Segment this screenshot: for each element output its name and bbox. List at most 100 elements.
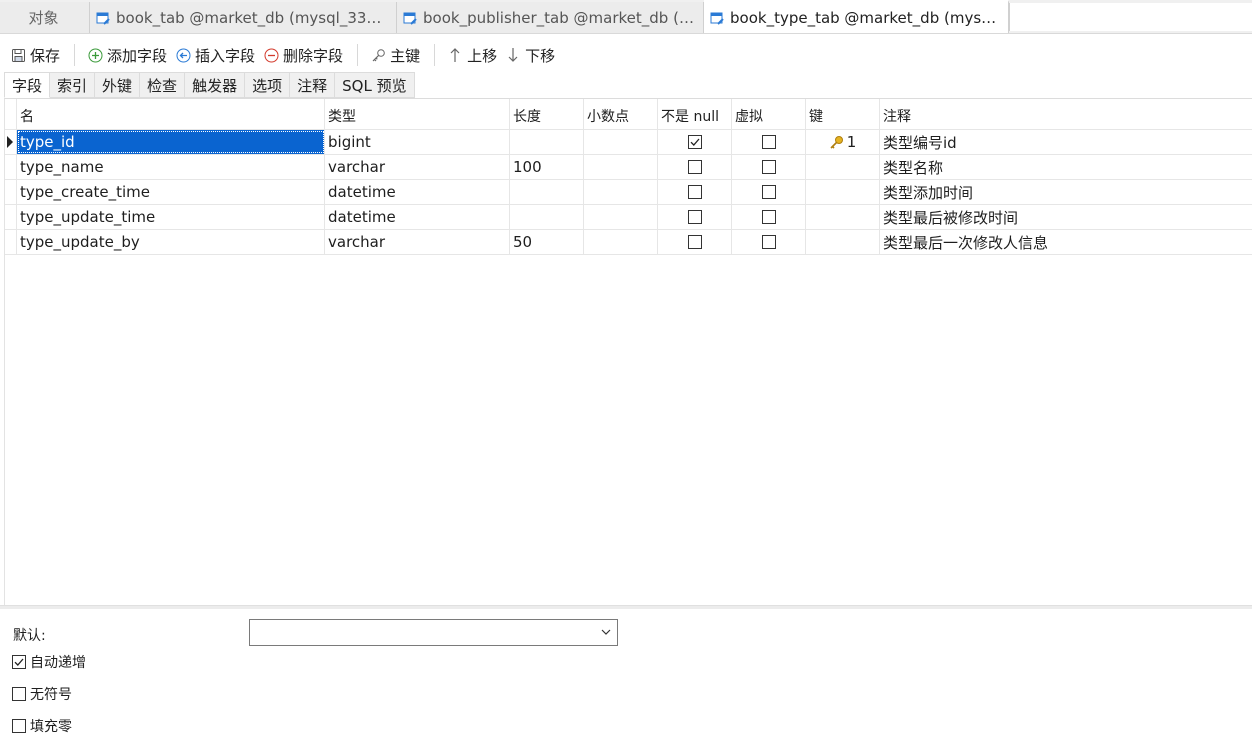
header-not-null[interactable]: 不是 null [658,99,732,129]
table-row[interactable]: type_update_time datetime 类型最后被修改时间 [5,205,1252,230]
field-decimal-cell[interactable] [584,155,658,179]
default-value-select[interactable] [249,619,618,646]
header-comment[interactable]: 注释 [880,99,1252,129]
tab-book-tab-label: book_tab @market_db (mysql_3306)... [116,8,388,27]
header-name[interactable]: 名 [17,99,325,129]
tab-comment[interactable]: 注释 [290,72,336,98]
field-decimal-cell[interactable] [584,180,658,204]
not-null-checkbox[interactable] [687,235,702,249]
field-type-cell[interactable]: bigint [325,130,510,154]
table-row[interactable]: type_id bigint 1 类型编号id [5,130,1252,155]
primary-key-label: 主键 [390,46,421,65]
row-indicator [5,155,17,179]
tab-objects[interactable]: 对象 [0,2,90,33]
header-type[interactable]: 类型 [325,99,510,129]
not-null-checkbox[interactable] [687,135,702,149]
delete-field-label: 删除字段 [283,46,344,65]
field-length-cell[interactable] [510,205,584,229]
toolbar-divider [434,44,436,66]
unsigned-option[interactable]: 无符号 [12,684,72,704]
field-comment-cell[interactable]: 类型添加时间 [880,180,1252,204]
field-name-cell[interactable]: type_name [17,155,325,179]
key-cell[interactable]: 1 [806,130,880,154]
field-type-cell[interactable]: datetime [325,205,510,229]
tab-triggers-label: 触发器 [192,76,238,95]
zerofill-option[interactable]: 填充零 [12,716,72,736]
tab-book-tab[interactable]: book_tab @market_db (mysql_3306)... [90,2,397,33]
key-cell[interactable] [806,230,880,254]
move-up-button[interactable]: 上移 [445,41,503,69]
toolbar-divider [357,44,359,66]
auto-increment-checkbox[interactable] [12,655,26,669]
save-button[interactable]: 保存 [8,41,66,69]
unsigned-label: 无符号 [30,687,72,703]
field-type-cell[interactable]: datetime [325,180,510,204]
add-field-button[interactable]: 添加字段 [85,41,173,69]
tab-book-type-tab[interactable]: book_type_tab @market_db (mysql_... [704,0,1009,33]
tab-fields[interactable]: 字段 [4,72,51,98]
field-name-cell[interactable]: type_update_by [17,230,325,254]
key-cell[interactable] [806,205,880,229]
header-key[interactable]: 键 [806,99,880,129]
zerofill-checkbox[interactable] [12,719,26,733]
virtual-checkbox[interactable] [761,210,776,224]
tab-sql-preview[interactable]: SQL 预览 [335,72,415,98]
tab-triggers[interactable]: 触发器 [185,72,246,98]
auto-increment-option[interactable]: 自动递增 [12,652,86,672]
virtual-checkbox[interactable] [761,135,776,149]
field-type-cell[interactable]: varchar [325,155,510,179]
unsigned-checkbox[interactable] [12,687,26,701]
arrow-up-icon [447,47,463,63]
field-name-cell[interactable]: type_create_time [17,180,325,204]
header-decimal[interactable]: 小数点 [584,99,658,129]
header-length[interactable]: 长度 [510,99,584,129]
field-comment-cell[interactable]: 类型最后被修改时间 [880,205,1252,229]
field-name-cell[interactable]: type_update_time [17,205,325,229]
tab-book-publisher-tab[interactable]: book_publisher_tab @market_db (m... [397,2,704,33]
save-icon [10,47,26,63]
field-type-cell[interactable]: varchar [325,230,510,254]
virtual-checkbox[interactable] [761,160,776,174]
virtual-cell [732,230,806,254]
not-null-checkbox[interactable] [687,185,702,199]
insert-arrow-icon [175,47,191,63]
tab-checks[interactable]: 检查 [140,72,186,98]
virtual-checkbox[interactable] [761,235,776,249]
field-length-cell[interactable]: 100 [510,155,584,179]
tab-options-label: 选项 [252,76,283,95]
move-down-button[interactable]: 下移 [503,41,561,69]
field-length-cell[interactable] [510,180,584,204]
field-decimal-cell[interactable] [584,205,658,229]
virtual-checkbox[interactable] [761,185,776,199]
table-row[interactable]: type_create_time datetime 类型添加时间 [5,180,1252,205]
insert-field-button[interactable]: 插入字段 [173,41,261,69]
not-null-cell [658,180,732,204]
key-cell[interactable] [806,180,880,204]
delete-field-button[interactable]: 删除字段 [261,41,349,69]
field-decimal-cell[interactable] [584,230,658,254]
tab-book-publisher-tab-label: book_publisher_tab @market_db (m... [423,8,695,27]
table-row[interactable]: type_update_by varchar 50 类型最后一次修改人信息 [5,230,1252,255]
table-row[interactable]: type_name varchar 100 类型名称 [5,155,1252,180]
tab-indexes[interactable]: 索引 [50,72,96,98]
key-cell[interactable] [806,155,880,179]
auto-increment-label: 自动递增 [30,655,86,671]
field-comment-cell[interactable]: 类型名称 [880,155,1252,179]
field-length-cell[interactable]: 50 [510,230,584,254]
current-row-arrow-icon [7,136,13,148]
tab-foreign-keys[interactable]: 外键 [95,72,141,98]
header-virtual[interactable]: 虚拟 [732,99,806,129]
tab-options[interactable]: 选项 [245,72,291,98]
field-length-cell[interactable] [510,130,584,154]
toolbar: 保存 添加字段 插入字段 删除字段 主键 上移 下移 [0,38,1252,72]
primary-key-button[interactable]: 主键 [368,41,426,69]
tab-objects-label: 对象 [28,9,59,27]
field-name-cell[interactable]: type_id [17,130,325,154]
not-null-checkbox[interactable] [687,210,702,224]
not-null-checkbox[interactable] [687,160,702,174]
virtual-cell [732,155,806,179]
field-decimal-cell[interactable] [584,130,658,154]
header-indicator [5,99,17,129]
field-comment-cell[interactable]: 类型最后一次修改人信息 [880,230,1252,254]
field-comment-cell[interactable]: 类型编号id [880,130,1252,154]
